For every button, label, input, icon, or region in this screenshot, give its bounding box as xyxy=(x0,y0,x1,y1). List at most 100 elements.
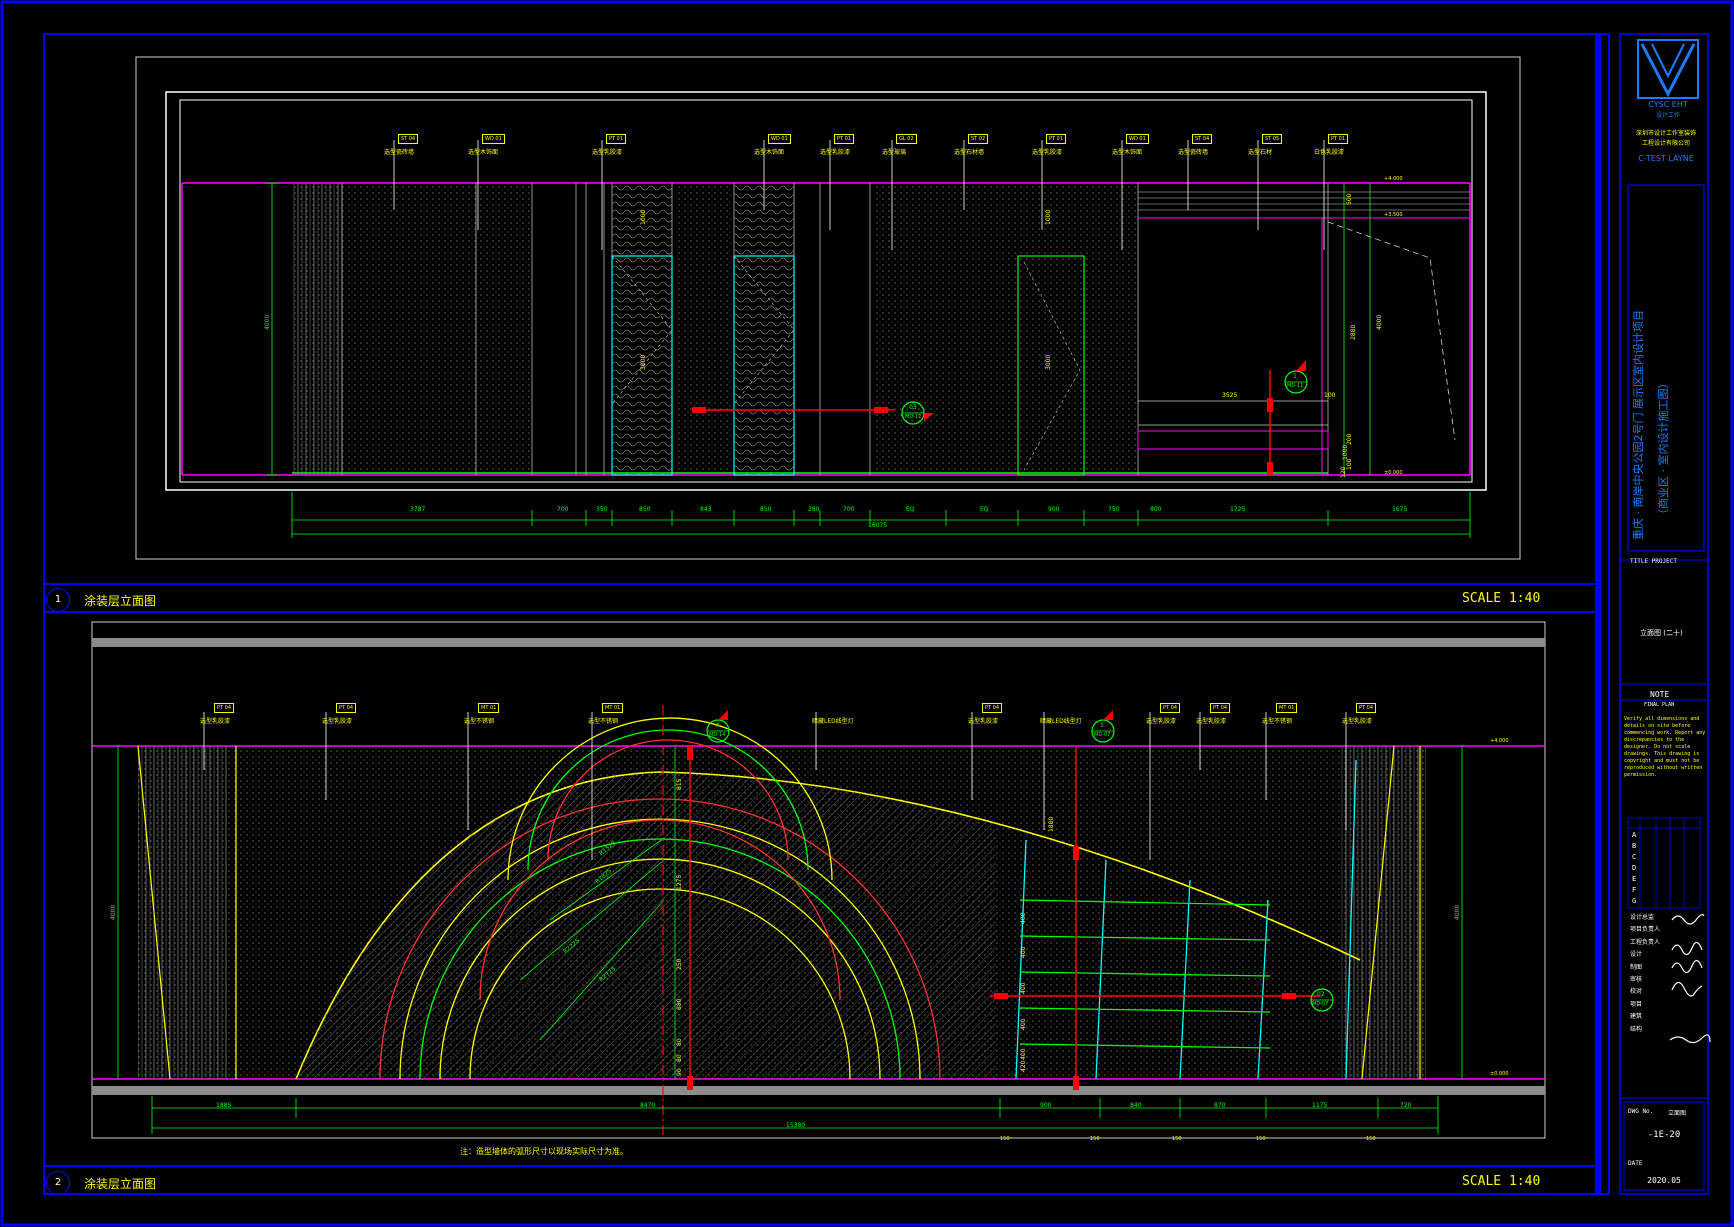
elev2-total-dim: 15380 xyxy=(786,1122,806,1129)
elev2-shelf-dim: 420 xyxy=(1020,1060,1027,1072)
label-note-sub: FINAL PLAN xyxy=(1644,702,1675,708)
elev2-tag-note: 暗藏LED线型灯 xyxy=(812,718,854,725)
elev1-tag-note: 选型石材墙 xyxy=(954,149,985,156)
elev1-tag-note: 选型瓷砖墙 xyxy=(1178,149,1209,156)
elev1-tag-note: 选型乳胶漆 xyxy=(592,149,623,156)
elev2-vert-dim: 80 xyxy=(676,1054,683,1062)
elev1-inner-dim: 4000 xyxy=(1376,314,1383,330)
drawing-number: -1E-20 xyxy=(1647,1130,1681,1140)
elev2-shelf-dim: 400 xyxy=(1020,982,1027,994)
elev1-inner-dim: 120 xyxy=(1340,466,1347,478)
elev1-slats-a xyxy=(292,183,342,475)
revision-row: C xyxy=(1632,853,1637,861)
revision-row: A xyxy=(1632,831,1637,839)
elev1-dim: 1675 xyxy=(1392,506,1408,513)
signoff-row: 设计 xyxy=(1630,951,1643,959)
elev1-dim: 750 xyxy=(1108,506,1120,513)
elev1-dim: 350 xyxy=(596,506,608,513)
signatures xyxy=(1669,914,1711,1044)
elev2-height-dim-right: 4000 xyxy=(1454,904,1461,920)
revision-row: G xyxy=(1632,897,1637,905)
elev1-dim: 900 xyxy=(1048,506,1060,513)
elev1-tag-code: PT 01 xyxy=(1046,134,1067,144)
elev1-dim: 1725 xyxy=(1230,506,1246,513)
elev1-inner-dim: 1000 xyxy=(1045,209,1052,225)
project-title-1: 重庆 · 南岸中央公园2号门 展示区室内设计项目 xyxy=(1632,310,1645,540)
signoff-row: 项目 xyxy=(1630,1000,1643,1008)
elev1-level-mark: ±0.000 xyxy=(1384,470,1403,476)
elev2-shelf-dim: 400 xyxy=(1020,1018,1027,1030)
elev2-tag-code: PT 04 xyxy=(982,703,1003,713)
elev1-inner-dim: 1000 xyxy=(640,209,647,225)
elev1-dim: 800 xyxy=(1150,506,1162,513)
elev2-tag-code: PT 04 xyxy=(214,703,235,713)
elev1-dim: 280 xyxy=(808,506,820,513)
elev2-shelf-dim: 400 xyxy=(1020,946,1027,958)
elev1-tag-code: PT 01 xyxy=(1328,134,1349,144)
elev2-shelf-dim: 400 xyxy=(1020,912,1027,924)
elev2-tag-note: 暗藏LED线型灯 xyxy=(1040,718,1082,725)
signoff-row: 设计总监 xyxy=(1630,914,1655,921)
elev1-callout-num: 1 xyxy=(1293,373,1297,380)
elev2-dim: 870 xyxy=(1214,1102,1226,1109)
elev2-tag-code: PT 04 xyxy=(1210,703,1231,713)
elev2-dim: 900 xyxy=(1040,1102,1052,1109)
elev1-callout-num: 03 xyxy=(909,404,917,411)
elev2-tag-code: PT 04 xyxy=(1160,703,1181,713)
elev2-tag-code: MT 01 xyxy=(602,703,624,713)
elev1-stone-panel-b xyxy=(676,183,732,475)
elev2-dim: 840 xyxy=(1130,1102,1142,1109)
elev1-scale: SCALE 1:40 xyxy=(1462,591,1541,606)
elev2-dim: 1175 xyxy=(1312,1102,1328,1109)
elev2-tag-note: 选型乳胶漆 xyxy=(1146,718,1177,725)
elev2-dim: 720 xyxy=(1400,1102,1412,1109)
elev1-wood-panel-a xyxy=(612,183,672,475)
elev2-level-mark: +4.000 xyxy=(1490,738,1509,744)
elev1-inner-dim: 500 xyxy=(1346,193,1353,205)
revision-row: E xyxy=(1632,875,1637,883)
label-note: NOTE xyxy=(1650,690,1670,699)
elev1-tag-note: 白色乳胶漆 xyxy=(1314,149,1345,156)
elev2-callout-num: A xyxy=(716,722,721,729)
label-dwg-no: DWG No. xyxy=(1628,1108,1654,1115)
elev1-wood-panel-b xyxy=(734,183,794,475)
elev2-tag-note: 选型不锈钢 xyxy=(1262,718,1293,725)
elev1-dim: 700 xyxy=(843,506,855,513)
elev1-tag-note: 选型瓷砖墙 xyxy=(384,149,415,156)
elev2-small-dim: 150 xyxy=(1256,1136,1266,1142)
cad-drawing-sheet xyxy=(0,0,1734,1227)
elev2-vert-dim: 880 xyxy=(676,998,683,1010)
revision-row: D xyxy=(1632,864,1637,872)
elev2-shelf-dim: 400 xyxy=(1020,1048,1027,1060)
elev1-dim: 700 xyxy=(557,506,569,513)
elev1-dim: 3787 xyxy=(410,506,426,513)
elev1-tag-note: 选型石材 xyxy=(1248,149,1273,156)
elev1-inner-dim: 100 xyxy=(1324,392,1336,399)
elev1-tag-note: 选型木饰面 xyxy=(754,149,785,156)
elev1-callout-sheet: MD-12 xyxy=(905,414,922,420)
elev1-tag-code: PT 01 xyxy=(834,134,855,144)
elev2-vert-dim: 1275 xyxy=(676,874,683,890)
signoff-row: 审核 xyxy=(1630,976,1643,984)
elev1-dim: EQ xyxy=(980,506,989,513)
elev1-inner-dim: 200 xyxy=(1346,433,1353,445)
elev2-small-dim: 150 xyxy=(1366,1136,1376,1142)
signoff-row: 工程负责人 xyxy=(1630,938,1661,946)
elev1-total-dim: 16075 xyxy=(868,522,888,529)
elev2-ceiling-band xyxy=(92,638,1545,647)
elev2-callout-sheet: MD-14 xyxy=(709,732,726,738)
elev2-vert-dim: 90 xyxy=(676,1068,683,1076)
elev2-tag-code: PT 04 xyxy=(1356,703,1377,713)
logo-text: CYSC EHT xyxy=(1648,100,1688,109)
label-date: DATE xyxy=(1628,1160,1643,1167)
elev2-shelf-dim: 1880 xyxy=(1048,816,1055,832)
elev2-small-dim: 150 xyxy=(1172,1136,1182,1142)
date-value: 2020.05 xyxy=(1647,1176,1681,1185)
elev2-vert-dim: 815 xyxy=(676,778,683,790)
sheet-label: 立面图 xyxy=(1668,1110,1687,1117)
elev1-tag-note: 选型木饰面 xyxy=(468,149,499,156)
elev2-dim: 8470 xyxy=(640,1102,656,1109)
elev1-inner-dim: 100 xyxy=(1346,458,1353,470)
elev1-inner-dim: 3525 xyxy=(1222,392,1238,399)
project-title-2: （商业区 · 室内设计施工图） xyxy=(1657,377,1670,521)
